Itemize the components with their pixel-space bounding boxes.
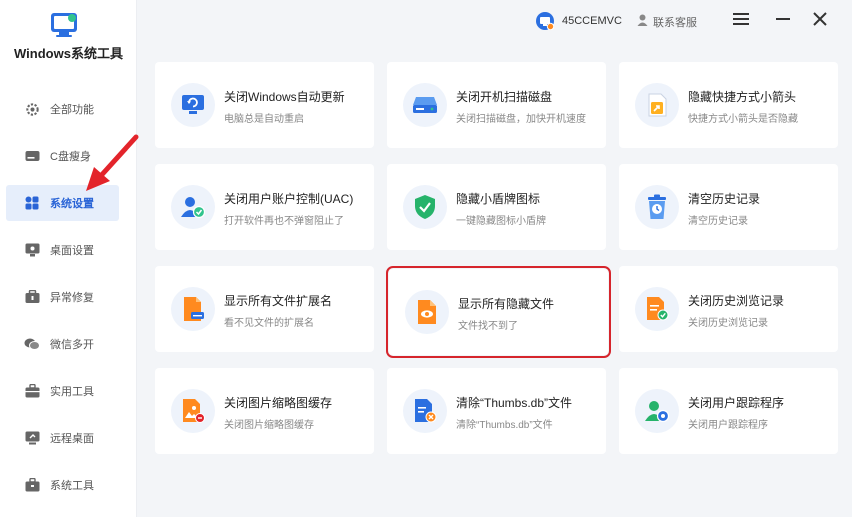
card-subtitle: 文件找不到了 (458, 321, 518, 332)
card-subtitle: 清除“Thumbs.db”文件 (456, 420, 553, 431)
card-title: 关闭用户跟踪程序 (688, 396, 785, 410)
sidebar-item-label: 系统工具 (50, 480, 94, 492)
card-title: 隐藏小盾牌图标 (456, 192, 541, 206)
file-eye-icon (405, 290, 449, 334)
refresh-screen-icon (171, 83, 215, 127)
card-subtitle: 关闭图片缩略图缓存 (224, 420, 314, 431)
card-title: 显示所有隐藏文件 (458, 297, 555, 311)
card-subtitle: 一键隐藏图标小盾牌 (456, 216, 546, 227)
user-shield-icon (171, 185, 215, 229)
briefcase-icon (24, 477, 40, 493)
top-bar: 45CCEMVC 联系客服 (137, 0, 852, 42)
card-subtitle: 快捷方式小箭头是否隐藏 (688, 114, 798, 125)
card-disable-uac[interactable]: 关闭用户账户控制(UAC) 打开软件再也不弹窗阻止了 (155, 164, 374, 250)
drive-icon (403, 83, 447, 127)
card-subtitle: 打开软件再也不弹窗阻止了 (224, 216, 344, 227)
close-button[interactable] (810, 11, 830, 31)
card-hide-shortcut-arrow[interactable]: 隐藏快捷方式小箭头 快捷方式小箭头是否隐藏 (619, 62, 838, 148)
shortcut-arrow-icon (635, 83, 679, 127)
card-title: 关闭图片缩略图缓存 (224, 396, 333, 410)
username: 45CCEMVC (562, 15, 622, 27)
card-subtitle: 关闭历史浏览记录 (688, 318, 768, 329)
card-disable-thumbnail-cache[interactable]: 关闭图片缩略图缓存 关闭图片缩略图缓存 (155, 368, 374, 454)
sidebar-item-label: 远程桌面 (50, 433, 94, 445)
toolbox-icon (24, 383, 40, 399)
sidebar-item-label: 桌面设置 (50, 245, 94, 257)
app-title: Windows系统工具 (14, 46, 123, 61)
card-title: 关闭Windows自动更新 (224, 90, 345, 104)
card-disable-boot-disk-scan[interactable]: 关闭开机扫描磁盘 关闭扫描磁盘，加快开机速度 (387, 62, 606, 148)
sidebar-item-utilities[interactable]: 实用工具 (6, 373, 119, 409)
wechat-icon (24, 336, 40, 352)
file-check-icon (635, 287, 679, 331)
sidebar-item-repair[interactable]: 异常修复 (6, 279, 119, 315)
user-settings-icon (635, 389, 679, 433)
hamburger-menu-icon (733, 12, 749, 31)
support-label: 联系客服 (653, 17, 697, 29)
card-title: 关闭用户账户控制(UAC) (224, 192, 354, 206)
image-file-icon (171, 389, 215, 433)
contact-support-button[interactable]: 联系客服 (637, 13, 697, 31)
card-hide-shield-icon[interactable]: 隐藏小盾牌图标 一键隐藏图标小盾牌 (387, 164, 606, 250)
card-disable-windows-update[interactable]: 关闭Windows自动更新 电脑总是自动重启 (155, 62, 374, 148)
customer-service-icon (637, 13, 648, 31)
card-subtitle: 关闭用户跟踪程序 (688, 420, 768, 431)
card-disable-browsing-history[interactable]: 关闭历史浏览记录 关闭历史浏览记录 (619, 266, 838, 352)
card-title: 隐藏快捷方式小箭头 (688, 90, 797, 104)
card-title: 关闭历史浏览记录 (688, 294, 785, 308)
annotation-arrow-icon (86, 134, 139, 191)
card-clear-history[interactable]: 清空历史记录 清空历史记录 (619, 164, 838, 250)
card-subtitle: 看不见文件的扩展名 (224, 318, 314, 329)
minimize-icon (775, 12, 791, 31)
avatar (536, 12, 555, 31)
card-delete-thumbs-db[interactable]: 清除“Thumbs.db”文件 清除“Thumbs.db”文件 (387, 368, 606, 454)
sidebar-item-system-tools[interactable]: 系统工具 (6, 467, 119, 503)
file-extension-icon (171, 287, 215, 331)
sidebar-item-remote-desktop[interactable]: 远程桌面 (6, 420, 119, 456)
grid-icon (24, 195, 40, 211)
sidebar-item-label: 微信多开 (50, 339, 94, 351)
monitor-icon (24, 242, 40, 258)
disk-icon (24, 148, 40, 164)
user-account[interactable]: 45CCEMVC (536, 12, 622, 31)
trash-clock-icon (635, 185, 679, 229)
card-disable-user-tracking[interactable]: 关闭用户跟踪程序 关闭用户跟踪程序 (619, 368, 838, 454)
sidebar-item-label: 全部功能 (50, 104, 94, 116)
sidebar-item-all-features[interactable]: 全部功能 (6, 91, 119, 127)
sidebar: Windows系统工具 全部功能 C盘瘦身 系统设置 桌面设置 异常修复 微信多… (0, 0, 137, 517)
card-title: 显示所有文件扩展名 (224, 294, 333, 308)
card-subtitle: 关闭扫描磁盘，加快开机速度 (456, 114, 586, 125)
card-subtitle: 电脑总是自动重启 (224, 114, 304, 125)
card-title: 关闭开机扫描磁盘 (456, 90, 553, 104)
gear-icon (24, 101, 40, 117)
card-title: 清除“Thumbs.db”文件 (456, 396, 573, 410)
minimize-button[interactable] (773, 11, 793, 31)
remote-desktop-icon (24, 430, 40, 446)
card-show-file-extensions[interactable]: 显示所有文件扩展名 看不见文件的扩展名 (155, 266, 374, 352)
shield-check-icon (403, 185, 447, 229)
card-title: 清空历史记录 (688, 192, 761, 206)
card-subtitle: 清空历史记录 (688, 216, 748, 227)
sidebar-item-label: 异常修复 (50, 292, 94, 304)
sidebar-item-desktop-settings[interactable]: 桌面设置 (6, 232, 119, 268)
file-delete-icon (403, 389, 447, 433)
card-show-hidden-files[interactable]: 显示所有隐藏文件 文件找不到了 (386, 266, 611, 358)
menu-button[interactable] (731, 11, 751, 31)
sidebar-item-wechat-multi[interactable]: 微信多开 (6, 326, 119, 362)
wrench-icon (24, 289, 40, 305)
app-logo-icon (50, 12, 78, 38)
close-icon (813, 11, 827, 31)
sidebar-item-label: 实用工具 (50, 386, 94, 398)
sidebar-item-label: 系统设置 (50, 198, 94, 210)
